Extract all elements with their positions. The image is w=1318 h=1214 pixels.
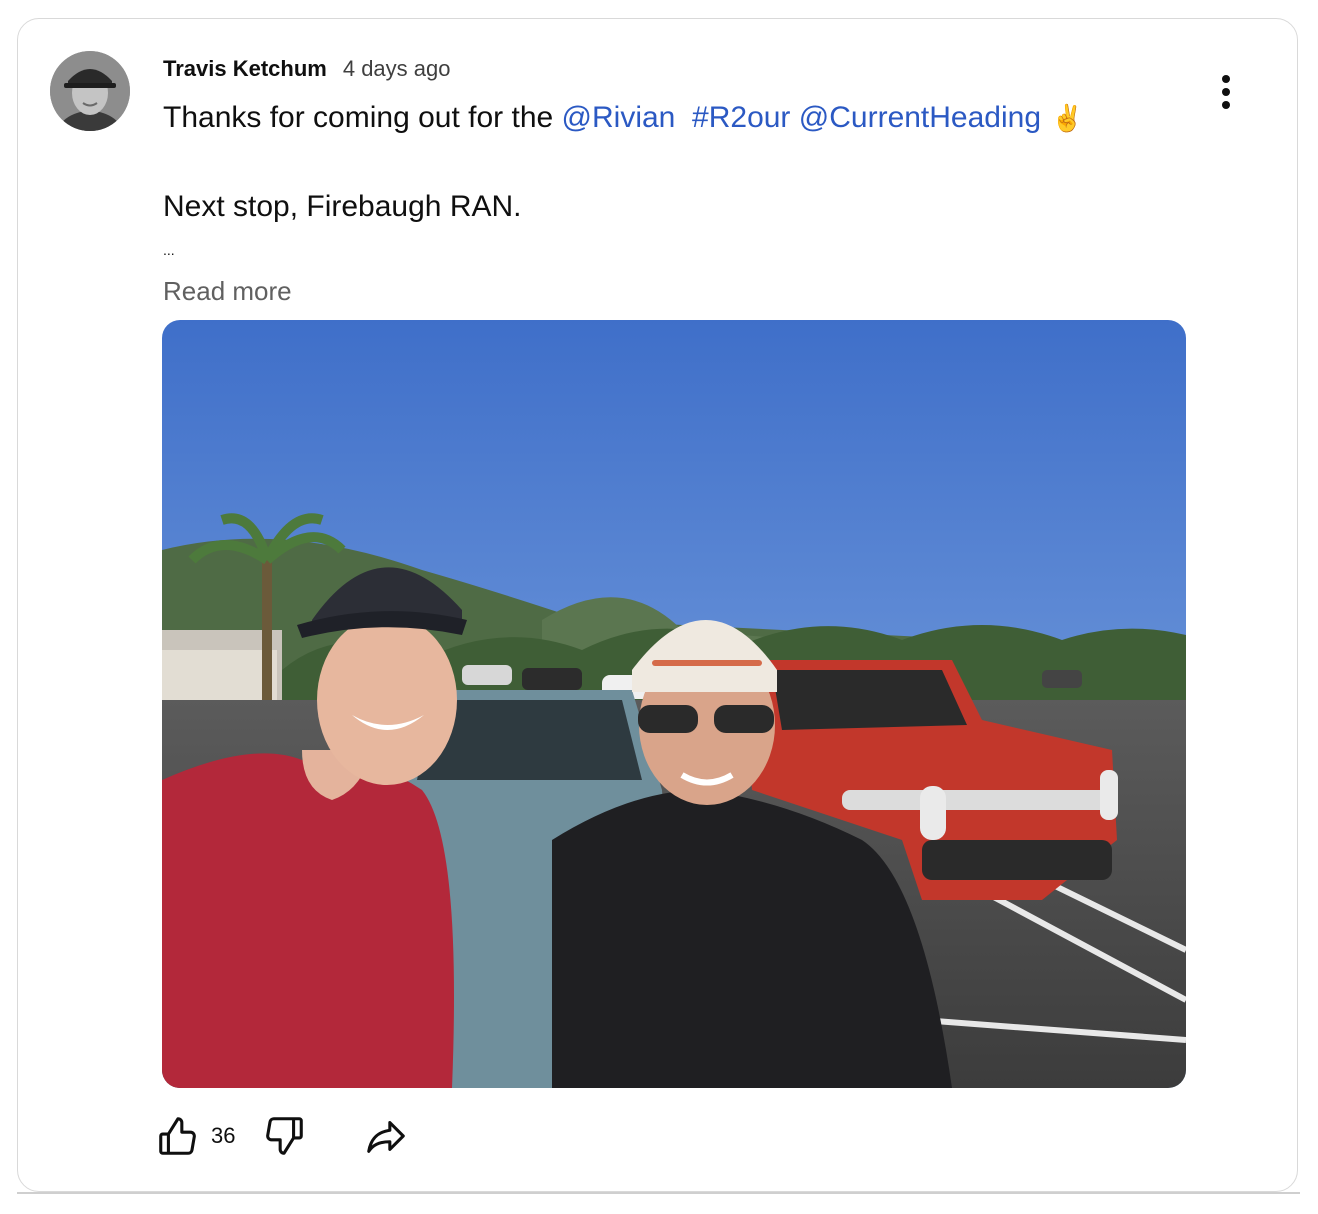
mention-rivian[interactable]: @Rivian — [562, 101, 676, 134]
mention-currentheading[interactable]: @CurrentHeading — [799, 101, 1041, 134]
post-text-line1: Thanks for coming out for the @Rivian #R… — [163, 98, 1083, 138]
post-image[interactable] — [162, 320, 1186, 1088]
thumbs-down-icon[interactable] — [261, 1113, 307, 1159]
hashtag-r2our[interactable]: #R2our — [692, 101, 790, 134]
post-actions: 36 — [155, 1110, 409, 1162]
post-header: Travis Ketchum 4 days ago — [163, 56, 450, 82]
read-more-button[interactable]: Read more — [163, 276, 292, 307]
author-avatar[interactable] — [50, 51, 130, 131]
thumbs-up-icon[interactable] — [155, 1113, 201, 1159]
divider — [17, 1192, 1300, 1194]
author-name[interactable]: Travis Ketchum — [163, 56, 327, 82]
like-count: 36 — [211, 1123, 236, 1148]
truncation-ellipsis: ... — [163, 242, 175, 258]
post-text-line2: Next stop, Firebaugh RAN. — [163, 190, 522, 223]
post-time[interactable]: 4 days ago — [343, 56, 451, 82]
post-text-prefix: Thanks for coming out for the — [163, 101, 562, 134]
peace-emoji: ✌️ — [1051, 103, 1084, 133]
share-icon[interactable] — [363, 1113, 409, 1159]
more-vert-icon[interactable] — [1206, 70, 1246, 114]
